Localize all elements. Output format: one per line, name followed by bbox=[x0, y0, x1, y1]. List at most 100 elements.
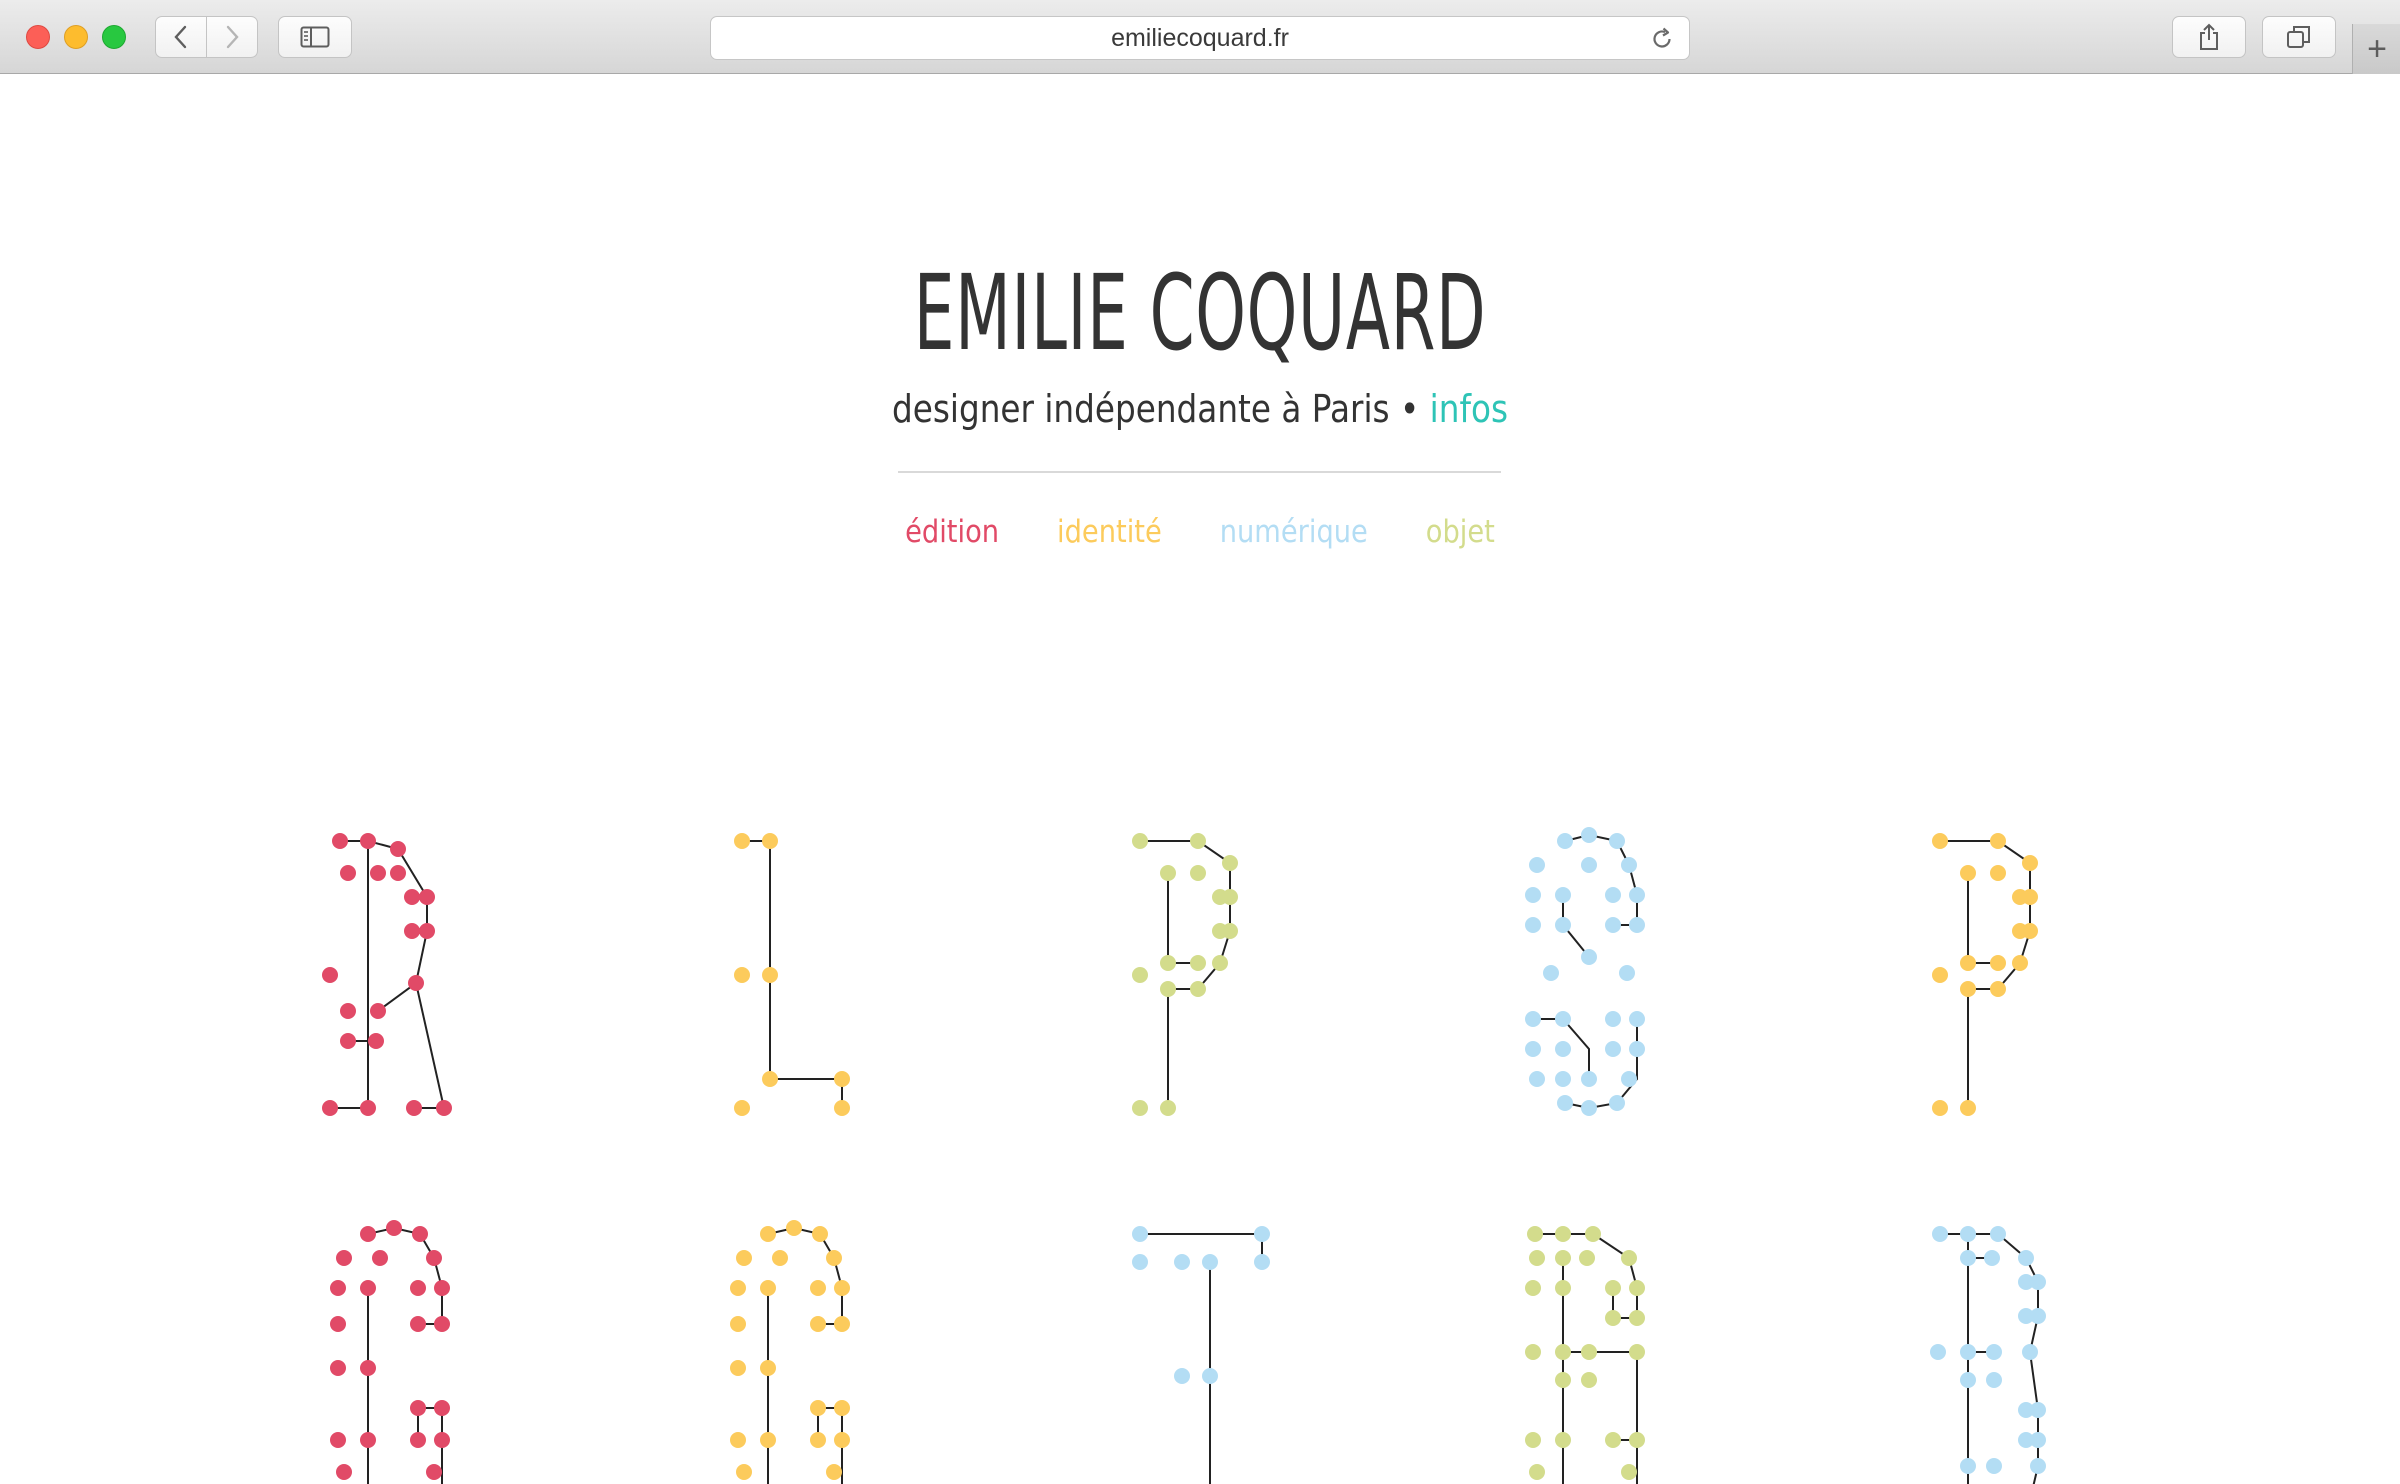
glyph-dot bbox=[1581, 827, 1597, 843]
glyph-dot bbox=[1222, 855, 1238, 871]
site-title[interactable]: EMILIE COQUARD bbox=[456, 253, 1944, 373]
glyph-dot bbox=[1555, 1071, 1571, 1087]
glyph-dot bbox=[1555, 1280, 1571, 1296]
project-thumbnail-l-identite[interactable] bbox=[734, 833, 850, 1116]
project-thumbnail-g-edition[interactable] bbox=[330, 1220, 450, 1484]
glyph-dot bbox=[1609, 833, 1625, 849]
glyph-dot bbox=[410, 1316, 426, 1332]
project-thumbnail-r-edition[interactable] bbox=[322, 833, 452, 1116]
glyph-dot bbox=[834, 1316, 850, 1332]
glyph-dot bbox=[1932, 1226, 1948, 1242]
glyph-dot bbox=[436, 1100, 452, 1116]
project-thumbnail-grid bbox=[322, 827, 2046, 1484]
category-objet[interactable]: objet bbox=[1426, 514, 1495, 550]
glyph-dot bbox=[1605, 1011, 1621, 1027]
new-tab-button[interactable]: + bbox=[2352, 24, 2400, 74]
glyph-dot bbox=[1190, 865, 1206, 881]
sidebar-button[interactable] bbox=[278, 16, 352, 58]
forward-button[interactable] bbox=[206, 16, 258, 58]
glyph-dot bbox=[1529, 1464, 1545, 1480]
category-nav: édition identité numérique objet bbox=[144, 510, 2256, 554]
glyph-dot bbox=[1555, 1041, 1571, 1057]
project-thumbnail-t-numerique[interactable] bbox=[1132, 1226, 1270, 1484]
glyph-dot bbox=[336, 1464, 352, 1480]
glyph-dot bbox=[330, 1316, 346, 1332]
zoom-window-button[interactable] bbox=[102, 25, 126, 49]
project-thumbnail-p-objet[interactable] bbox=[1132, 833, 1238, 1116]
glyph-dot bbox=[1990, 981, 2006, 997]
glyph-dot bbox=[1932, 833, 1948, 849]
glyph-dot bbox=[1174, 1254, 1190, 1270]
glyph-dot bbox=[826, 1250, 842, 1266]
glyph-dot bbox=[1555, 1372, 1571, 1388]
category-identite[interactable]: identité bbox=[1057, 514, 1162, 550]
glyph-dot bbox=[419, 889, 435, 905]
project-thumbnail-p-identite[interactable] bbox=[1932, 833, 2038, 1116]
glyph-dot bbox=[1932, 1100, 1948, 1116]
glyph-dot bbox=[1621, 857, 1637, 873]
glyph-dot bbox=[1990, 833, 2006, 849]
glyph-dot bbox=[404, 923, 420, 939]
project-thumbnail-b-numerique[interactable] bbox=[1930, 1226, 2046, 1484]
glyph-dot bbox=[730, 1316, 746, 1332]
glyph-dot bbox=[1629, 1432, 1645, 1448]
glyph-dot bbox=[1629, 917, 1645, 933]
glyph-dot bbox=[1605, 1310, 1621, 1326]
glyph-stroke bbox=[367, 1226, 443, 1325]
tagline-separator: • bbox=[1399, 387, 1420, 431]
glyph-dot bbox=[360, 1432, 376, 1448]
glyph-stroke bbox=[1940, 840, 2031, 1108]
category-edition[interactable]: édition bbox=[905, 514, 999, 550]
project-thumbnail-8-numerique[interactable] bbox=[1525, 827, 1645, 1116]
tabs-overview-button[interactable] bbox=[2262, 16, 2336, 58]
minimize-window-button[interactable] bbox=[64, 25, 88, 49]
address-bar[interactable]: emiliecoquard.fr bbox=[710, 16, 1690, 60]
glyph-dot bbox=[1579, 1250, 1595, 1266]
glyph-dot bbox=[1174, 1368, 1190, 1384]
glyph-dot bbox=[340, 1003, 356, 1019]
project-thumbnail-b-objet[interactable] bbox=[1525, 1226, 1645, 1484]
glyph-dot bbox=[1960, 1100, 1976, 1116]
glyph-dot bbox=[1525, 1041, 1541, 1057]
glyph-dot bbox=[812, 1226, 828, 1242]
glyph-dot bbox=[336, 1250, 352, 1266]
glyph-dot bbox=[1605, 887, 1621, 903]
glyph-dot bbox=[1990, 955, 2006, 971]
glyph-dot bbox=[1160, 981, 1176, 997]
glyph-dot bbox=[1132, 1226, 1148, 1242]
back-button[interactable] bbox=[155, 16, 207, 58]
glyph-dot bbox=[340, 865, 356, 881]
glyph-dot bbox=[1960, 1372, 1976, 1388]
glyph-dot bbox=[1525, 1011, 1541, 1027]
glyph-dot bbox=[2018, 1274, 2034, 1290]
glyph-dot bbox=[410, 1400, 426, 1416]
close-window-button[interactable] bbox=[26, 25, 50, 49]
glyph-dot bbox=[810, 1432, 826, 1448]
glyph-dot bbox=[762, 833, 778, 849]
glyph-dot bbox=[330, 1280, 346, 1296]
category-numerique[interactable]: numérique bbox=[1220, 514, 1368, 550]
share-button[interactable] bbox=[2172, 16, 2246, 58]
glyph-dot bbox=[390, 841, 406, 857]
glyph-dot bbox=[1555, 1226, 1571, 1242]
glyph-dot bbox=[1986, 1458, 2002, 1474]
glyph-stroke bbox=[415, 982, 445, 1109]
infos-link[interactable]: infos bbox=[1430, 387, 1508, 431]
glyph-dot bbox=[390, 865, 406, 881]
glyph-dot bbox=[1555, 1250, 1571, 1266]
chevron-left-icon bbox=[174, 25, 186, 49]
glyph-dot bbox=[1190, 833, 1206, 849]
glyph-dot bbox=[736, 1250, 752, 1266]
glyph-dot bbox=[386, 1220, 402, 1236]
glyph-dot bbox=[360, 1100, 376, 1116]
glyph-dot bbox=[434, 1280, 450, 1296]
glyph-dot bbox=[810, 1316, 826, 1332]
reload-icon[interactable] bbox=[1649, 26, 1675, 52]
project-thumbnail-g-identite[interactable] bbox=[730, 1220, 850, 1484]
glyph-dot bbox=[1132, 967, 1148, 983]
glyph-stroke bbox=[767, 1226, 843, 1325]
glyph-stroke bbox=[742, 840, 843, 1108]
glyph-dot bbox=[760, 1360, 776, 1376]
glyph-dot bbox=[1581, 1344, 1597, 1360]
glyph-dot bbox=[2012, 955, 2028, 971]
